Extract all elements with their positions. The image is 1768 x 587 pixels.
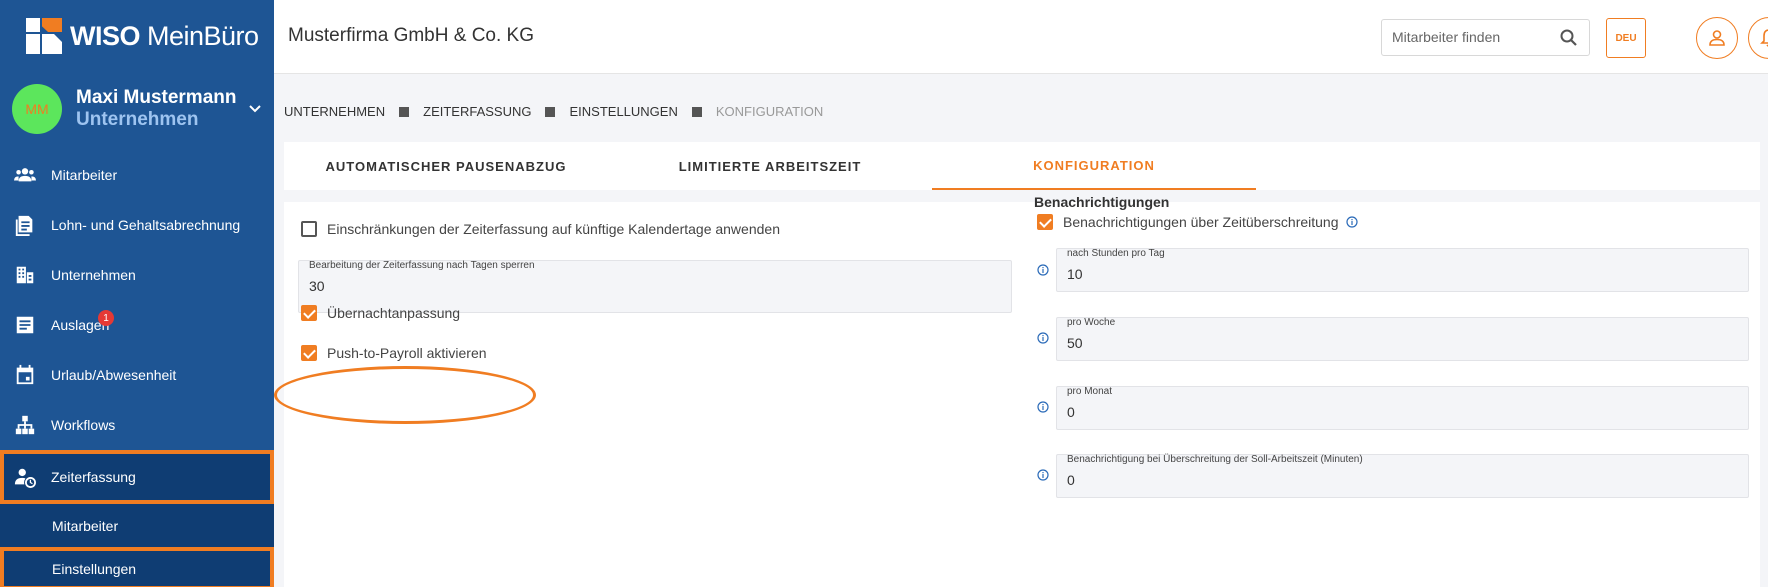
people-icon [14,168,36,182]
breadcrumb-separator [545,106,556,117]
search-input[interactable] [1392,29,1552,45]
sidebar-item-label: Zeiterfassung [51,469,136,485]
bell-icon [1760,29,1768,47]
overtime-notify-checkbox[interactable] [1037,214,1053,230]
notifications-button[interactable] [1748,17,1768,59]
breadcrumb-current: KONFIGURATION [715,104,824,119]
info-icon[interactable] [1037,469,1049,481]
per-week-input[interactable]: 50 [1067,335,1083,351]
user-clock-icon [14,468,36,488]
avatar: MM [12,84,62,134]
receipt-icon [16,316,34,334]
restrict-future-label: Einschränkungen der Zeiterfassung auf kü… [327,221,780,237]
breadcrumb-separator [691,106,702,117]
chevron-down-icon[interactable] [248,102,262,116]
logo-text: WISO MeinBüro [70,20,259,51]
language-button[interactable]: DEU [1606,18,1646,58]
sidebar-item-auslagen[interactable]: Auslagen 1 [0,300,274,350]
sidebar-item-label: Urlaub/Abwesenheit [51,367,177,383]
search-icon[interactable] [1559,28,1579,48]
info-icon[interactable] [1345,216,1358,228]
notifications-title: Benachrichtigungen [1034,194,1170,210]
push-to-payroll-checkbox[interactable] [301,345,317,361]
logo[interactable]: WISO MeinBüro [26,18,259,54]
building-icon [16,266,34,284]
overtime-notify-label: Benachrichtigungen über Zeitüberschreitu… [1063,214,1339,230]
profile-button[interactable] [1696,17,1738,59]
user-name: Maxi Mustermann [76,87,237,108]
logo-mark-icon [26,18,62,54]
notification-badge: 1 [98,310,114,326]
highlight-annotation [274,366,536,424]
workflow-icon [15,415,35,435]
sidebar-item-label: Mitarbeiter [51,167,118,183]
payroll-icon [15,215,33,236]
target-exceed-minutes-input[interactable]: 0 [1067,472,1075,488]
sidebar: WISO MeinBüro MM Maxi Mustermann Unterne… [0,0,274,587]
restrict-future-checkbox[interactable] [301,221,317,237]
sidebar-item-label: Lohn- und Gehaltsabrechnung [51,217,241,233]
sidebar-item-urlaub[interactable]: Urlaub/Abwesenheit [0,350,274,400]
sidebar-subitem-einstellungen[interactable]: Einstellungen [0,547,274,587]
sidebar-item-lohn[interactable]: Lohn- und Gehaltsabrechnung [0,200,274,250]
topbar: Musterfirma GmbH & Co. KG DEU [274,0,1768,74]
hours-per-day-label: nach Stunden pro Tag [1067,248,1165,259]
per-month-field[interactable]: pro Monat 0 [1056,386,1749,430]
tab-pausenabzug[interactable]: AUTOMATISCHER PAUSENABZUG [284,142,608,190]
settings-tabs: AUTOMATISCHER PAUSENABZUG LIMITIERTE ARB… [284,142,1760,190]
overnight-label: Übernachtanpassung [327,305,461,321]
push-to-payroll-row[interactable]: Push-to-Payroll aktivieren [301,345,487,361]
restrict-future-row[interactable]: Einschränkungen der Zeiterfassung auf kü… [301,221,780,237]
hours-per-day-input[interactable]: 10 [1067,266,1083,282]
per-week-label: pro Woche [1067,317,1116,328]
sidebar-item-label: Unternehmen [51,267,136,283]
lock-days-input[interactable]: 30 [309,278,325,294]
info-icon[interactable] [1037,264,1049,276]
per-week-field[interactable]: pro Woche 50 [1056,317,1749,361]
target-exceed-minutes-label: Benachrichtigung bei Überschreitung der … [1067,454,1363,465]
breadcrumb: UNTERNEHMEN ZEITERFASSUNG EINSTELLUNGEN … [284,104,823,119]
sidebar-subitem-label: Mitarbeiter [52,517,119,534]
tab-limitierte-arbeitszeit[interactable]: LIMITIERTE ARBEITSZEIT [608,142,932,190]
user-role: Unternehmen [76,109,199,130]
push-to-payroll-label: Push-to-Payroll aktivieren [327,345,487,361]
sidebar-subitem-label: Einstellungen [52,560,137,577]
sidebar-nav: Mitarbeiter Lohn- und Gehaltsabrechnung … [0,150,274,587]
per-month-input[interactable]: 0 [1067,404,1075,420]
sidebar-item-zeiterfassung[interactable]: Zeiterfassung [0,450,274,504]
target-exceed-minutes-field[interactable]: Benachrichtigung bei Überschreitung der … [1056,454,1749,498]
tab-konfiguration[interactable]: KONFIGURATION [932,142,1256,190]
overtime-notify-row[interactable]: Benachrichtigungen über Zeitüberschreitu… [1037,214,1358,230]
person-icon [1709,30,1725,46]
per-month-label: pro Monat [1067,386,1113,397]
sidebar-item-mitarbeiter[interactable]: Mitarbeiter [0,150,274,200]
breadcrumb-separator [399,106,410,117]
sidebar-subitem-mitarbeiter[interactable]: Mitarbeiter [0,504,274,547]
user-menu[interactable]: MM Maxi Mustermann Unternehmen [12,84,262,134]
employee-search[interactable] [1381,19,1590,56]
breadcrumb-item[interactable]: EINSTELLUNGEN [569,104,677,119]
sidebar-item-label: Workflows [51,417,116,433]
hours-per-day-field[interactable]: nach Stunden pro Tag 10 [1056,248,1749,292]
sidebar-item-unternehmen[interactable]: Unternehmen [0,250,274,300]
breadcrumb-item[interactable]: ZEITERFASSUNG [423,104,531,119]
calendar-icon [16,364,34,385]
lock-days-label: Bearbeitung der Zeiterfassung nach Tagen… [309,260,535,271]
company-name: Musterfirma GmbH & Co. KG [288,25,534,46]
sidebar-item-workflows[interactable]: Workflows [0,400,274,450]
info-icon[interactable] [1037,332,1049,344]
breadcrumb-item[interactable]: UNTERNEHMEN [284,104,385,119]
overnight-row[interactable]: Übernachtanpassung [301,305,460,321]
overnight-checkbox[interactable] [301,305,317,321]
info-icon[interactable] [1037,401,1049,413]
